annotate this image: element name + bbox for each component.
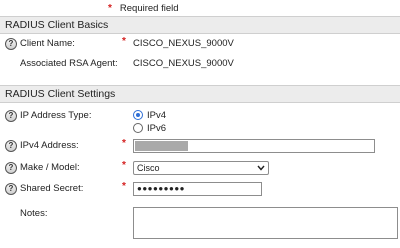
- help-icon[interactable]: ?: [5, 162, 17, 174]
- ipv6-radio-label: IPv6: [147, 122, 167, 134]
- ipv4-address-label: IPv4 Address:: [20, 140, 79, 151]
- chevron-down-icon: [257, 165, 265, 171]
- rsa-agent-label: Associated RSA Agent:: [20, 58, 118, 69]
- radio-option-ipv4[interactable]: IPv4: [133, 109, 166, 121]
- ip-type-row: ? IP Address Type:: [0, 108, 400, 124]
- shared-secret-label: Shared Secret:: [20, 183, 84, 194]
- client-name-label: Client Name:: [20, 38, 75, 49]
- required-marker: *: [122, 36, 126, 47]
- notes-textarea[interactable]: [133, 207, 398, 239]
- client-name-row: ? Client Name: * CISCO_NEXUS_9000V: [0, 36, 400, 52]
- ipv4-radio-label: IPv4: [147, 109, 167, 121]
- required-marker: *: [108, 2, 112, 14]
- shared-secret-input[interactable]: ●●●●●●●●●: [133, 182, 262, 196]
- required-legend-text: Required field: [119, 2, 179, 14]
- radio-option-ipv6[interactable]: IPv6: [133, 122, 166, 134]
- section-header-basics: RADIUS Client Basics: [0, 16, 400, 34]
- help-icon[interactable]: ?: [5, 110, 17, 122]
- required-marker: *: [122, 138, 126, 149]
- required-field-legend: * Required field: [108, 2, 179, 14]
- make-model-select[interactable]: Cisco: [133, 161, 269, 175]
- rsa-agent-row: Associated RSA Agent: CISCO_NEXUS_9000V: [0, 56, 400, 72]
- ip-type-label: IP Address Type:: [20, 110, 92, 121]
- section-header-settings: RADIUS Client Settings: [0, 85, 400, 103]
- make-model-selected-value: Cisco: [137, 163, 160, 173]
- make-model-label: Make / Model:: [20, 162, 80, 173]
- required-marker: *: [122, 160, 126, 171]
- help-icon[interactable]: ?: [5, 38, 17, 50]
- required-marker: *: [122, 181, 126, 192]
- ipv4-radio[interactable]: [133, 110, 143, 120]
- ip-type-radio-group: IPv4 IPv6: [133, 109, 166, 134]
- help-icon[interactable]: ?: [5, 140, 17, 152]
- help-icon[interactable]: ?: [5, 183, 17, 195]
- ipv6-radio[interactable]: [133, 123, 143, 133]
- rsa-agent-value: CISCO_NEXUS_9000V: [133, 58, 234, 69]
- client-name-value: CISCO_NEXUS_9000V: [133, 38, 234, 49]
- redacted-value: [135, 141, 188, 151]
- ipv4-address-input[interactable]: [133, 139, 375, 153]
- notes-label: Notes:: [20, 208, 48, 219]
